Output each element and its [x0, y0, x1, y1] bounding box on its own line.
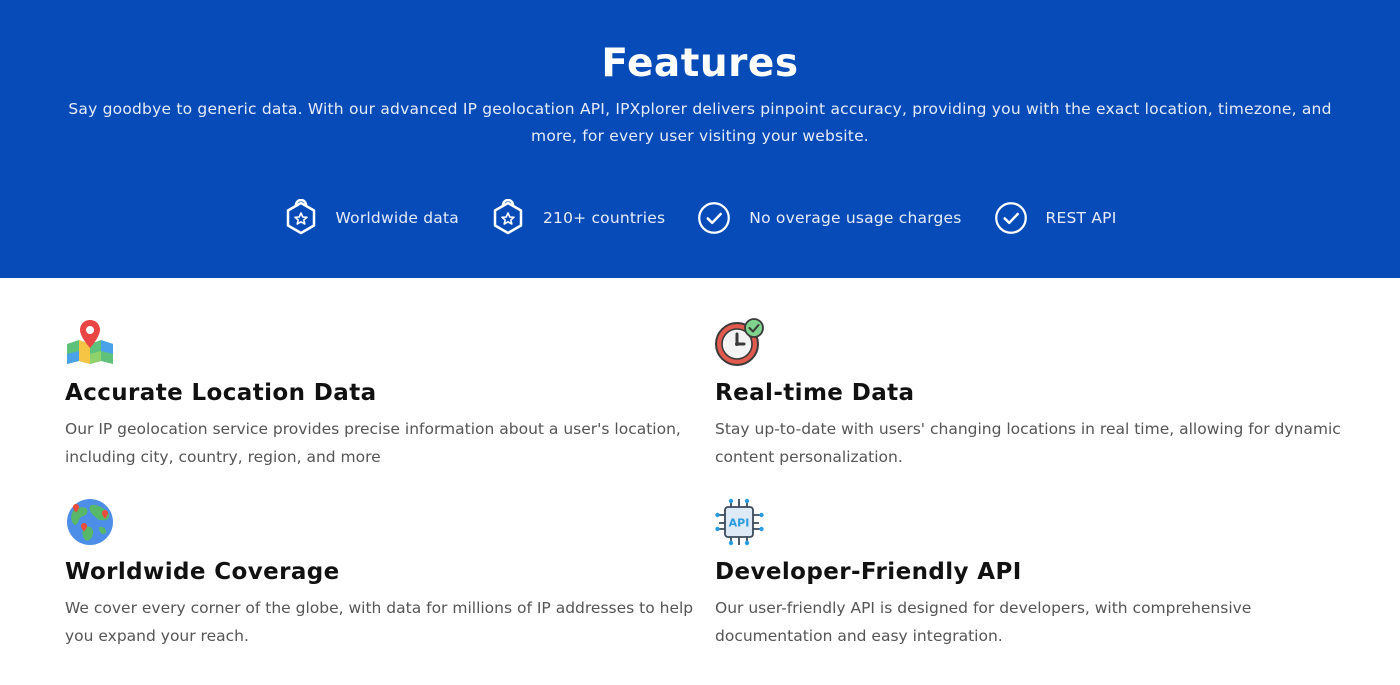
- svg-text:API: API: [729, 517, 750, 530]
- feature-title: Real-time Data: [715, 380, 915, 406]
- highlight-label: No overage usage charges: [749, 209, 962, 227]
- feature-developer-api: API Developer-Friendly API Our user-frie…: [715, 497, 1345, 645]
- check-circle-icon: [994, 202, 1027, 234]
- badge-icon: [493, 199, 523, 235]
- feature-description: Our IP geolocation service provides prec…: [65, 420, 681, 466]
- highlight-worldwide-data: Worldwide data: [284, 199, 459, 237]
- highlight-label: 210+ countries: [542, 209, 666, 227]
- feature-title: Accurate Location Data: [65, 380, 377, 406]
- feature-title: Worldwide Coverage: [65, 559, 340, 585]
- check-circle-icon: [698, 202, 731, 234]
- feature-description: We cover every corner of the globe, with…: [65, 599, 694, 645]
- highlight-label: Worldwide data: [335, 209, 459, 227]
- page-title: Features: [601, 41, 799, 86]
- highlight-rest-api: REST API: [994, 199, 1117, 237]
- globe-icon: [67, 499, 113, 545]
- hero-subtitle: Say goodbye to generic data. With our ad…: [68, 100, 1332, 145]
- highlight-countries: 210+ countries: [491, 199, 665, 237]
- highlight-no-overage: No overage usage charges: [697, 199, 961, 237]
- feature-worldwide-coverage: Worldwide Coverage We cover every corner…: [65, 497, 695, 645]
- map-pin-icon: [67, 320, 113, 364]
- feature-description: Our user-friendly API is designed for de…: [715, 599, 1252, 645]
- feature-title: Developer-Friendly API: [715, 559, 1022, 585]
- highlights-row: Worldwide data 210+ countries No overage…: [0, 198, 1400, 238]
- api-chip-icon: API: [715, 498, 764, 546]
- badge-icon: [286, 199, 315, 235]
- highlight-label: REST API: [1045, 209, 1117, 227]
- feature-accurate-location: Accurate Location Data Our IP geolocatio…: [65, 318, 695, 466]
- feature-real-time: Real-time Data Stay up-to-date with user…: [715, 318, 1345, 466]
- features-hero: Features Say goodbye to generic data. Wi…: [0, 0, 1400, 278]
- feature-description: Stay up-to-date with users' changing loc…: [715, 420, 1341, 466]
- clock-check-icon: [715, 318, 764, 366]
